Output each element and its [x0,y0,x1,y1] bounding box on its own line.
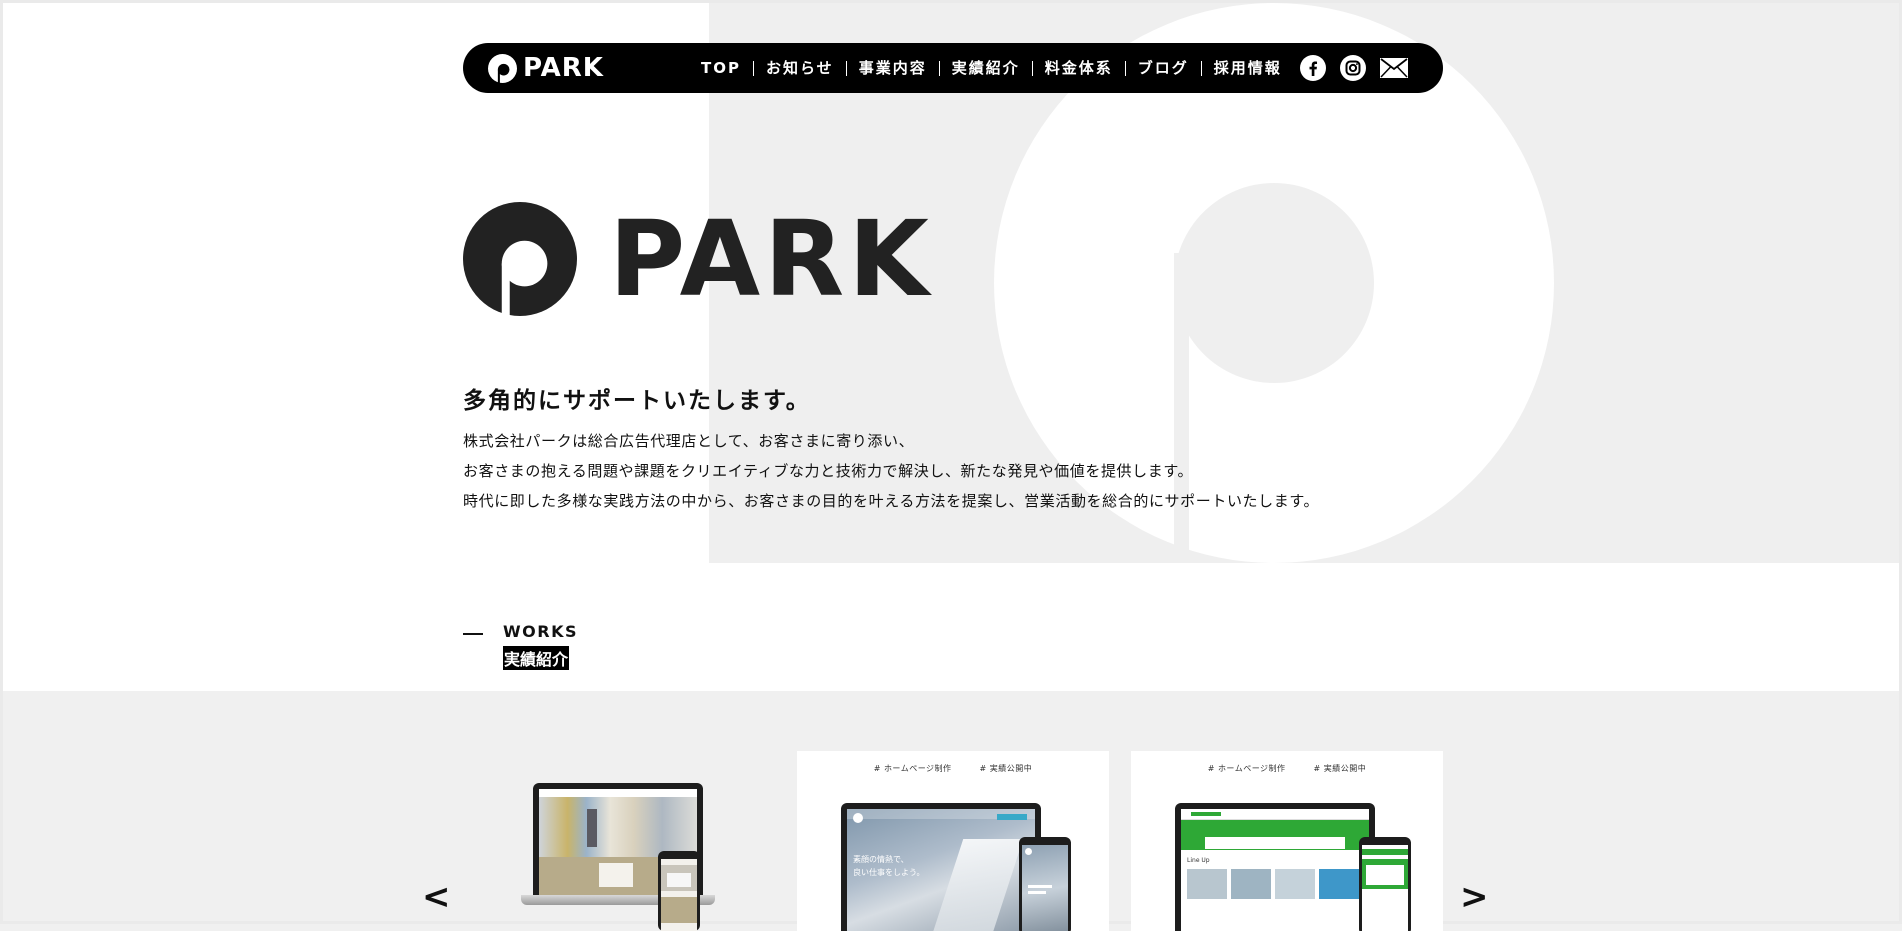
nav-item-recruit[interactable]: 採用情報 [1200,60,1294,76]
slider-prev-button[interactable]: < [422,880,451,914]
screen-copy-line: 良い仕事をしよう。 [853,868,925,877]
card-tags: ホームページ制作 実績公開中 [797,763,1109,774]
card-tag: ホームページ制作 [874,763,952,774]
heading-dash [463,633,483,635]
slider-next-button[interactable]: > [1460,880,1489,914]
hero-logo-text: PARK [609,198,933,320]
phone-mockup [1359,837,1411,931]
instagram-icon[interactable] [1340,55,1366,81]
hero-description-line: お客さまの抱える問題や課題をクリエイティブな力と技術力で解決し、新たな発見や価値… [463,462,1194,480]
nav-item-top[interactable]: TOP [701,60,753,76]
screen-copy-line: 素顔の情熱で、 [853,855,909,864]
nav-menu: TOP お知らせ 事業内容 実績紹介 料金体系 ブログ 採用情報 [701,43,1294,93]
hero-tagline: 多角的にサポートいたします。 [463,388,811,414]
work-card[interactable]: ホームページ制作 実績公開中 Line Up [1131,751,1443,931]
hero-description-line: 株式会社パークは総合広告代理店として、お客さまに寄り添い、 [463,432,915,450]
nav-item-pricing[interactable]: 料金体系 [1031,60,1125,76]
nav-item-blog[interactable]: ブログ [1124,60,1201,76]
nav-logo[interactable]: PARK [488,53,604,83]
park-logo-icon [488,53,517,83]
screen-copy: 素顔の情熱で、 良い仕事をしよう。 [853,853,925,879]
hero-description-line: 時代に即した多様な実践方法の中から、お客さまの目的を叶える方法を提案し、営業活動… [463,492,1320,510]
park-main-logo-icon [463,202,577,316]
laptop-mockup: 素顔の情熱で、 良い仕事をしよう。 [841,803,1041,931]
work-card[interactable] [463,751,775,931]
works-heading-en: WORKS [503,622,578,641]
phone-mockup [658,851,700,931]
laptop-mockup: Line Up [1175,803,1375,931]
screen-copy-line: Line Up [1187,857,1210,864]
social-links [1300,43,1408,93]
nav-item-works[interactable]: 実績紹介 [938,60,1032,76]
card-tag: 実績公開中 [1314,763,1367,774]
card-tag: ホームページ制作 [1208,763,1286,774]
hero-section [3,3,1899,691]
nav-logo-text: PARK [523,53,604,83]
phone-mockup [1019,837,1071,931]
work-card[interactable]: ホームページ制作 実績公開中 素顔の情熱で、 良い仕事をしよう。 [797,751,1109,931]
card-tags: ホームページ制作 実績公開中 [1131,763,1443,774]
nav-item-news[interactable]: お知らせ [752,60,846,76]
nav-item-services[interactable]: 事業内容 [845,60,939,76]
mail-icon[interactable] [1380,58,1408,78]
works-heading-ja: 実績紹介 [503,646,570,670]
main-navbar: PARK TOP お知らせ 事業内容 実績紹介 料金体系 ブログ 採用情報 [463,43,1443,93]
hero-description: 株式会社パークは総合広告代理店として、お客さまに寄り添い、 お客さまの抱える問題… [463,426,1319,516]
card-tag: 実績公開中 [980,763,1033,774]
hero-logo: PARK [463,202,933,316]
facebook-icon[interactable] [1300,55,1326,81]
